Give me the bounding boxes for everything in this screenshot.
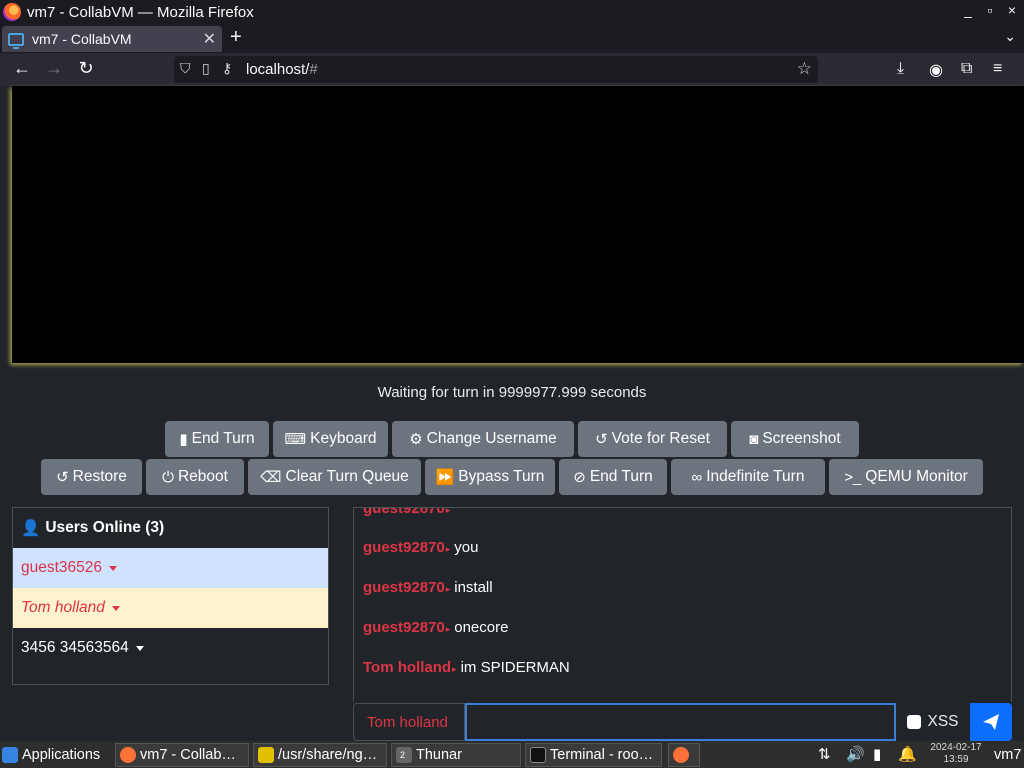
end-turn-button[interactable]: ▮ End Turn xyxy=(165,421,269,457)
send-button[interactable] xyxy=(970,703,1012,741)
chat-message: guest92870▸ xyxy=(363,507,451,517)
menu-hamburger-icon[interactable]: ≡ xyxy=(993,60,1002,78)
window-title: vm7 - CollabVM — Mozilla Firefox xyxy=(27,3,254,21)
reset-icon: ↺ xyxy=(595,431,608,448)
minimize-button[interactable]: _ xyxy=(958,2,978,18)
window-titlebar: vm7 - CollabVM — Mozilla Firefox _ ▫ × xyxy=(0,0,1024,24)
restore-icon: ↺ xyxy=(56,469,69,486)
reload-icon[interactable]: ↻ xyxy=(74,58,98,79)
end-turn-admin-button[interactable]: ⊘ End Turn xyxy=(559,459,667,495)
vote-for-reset-button[interactable]: ↺ Vote for Reset xyxy=(578,421,727,457)
send-paper-plane-icon xyxy=(983,714,999,730)
ban-icon: ⊘ xyxy=(573,469,586,486)
chat-message: guest92870▸ onecore xyxy=(363,619,509,636)
infinity-icon: ∞ xyxy=(691,468,703,486)
url-text[interactable]: localhost/# xyxy=(246,61,318,78)
eraser-icon: ⌫ xyxy=(260,469,282,486)
chat-message: Tom holland▸ im SPIDERMAN xyxy=(363,659,570,676)
keyboard-icon: ⌨ xyxy=(284,431,307,448)
vm-display[interactable] xyxy=(12,86,1024,363)
change-username-button[interactable]: ⚙ Change Username xyxy=(392,421,574,457)
clear-turn-queue-button[interactable]: ⌫ Clear Turn Queue xyxy=(248,459,421,495)
taskbar-item-firefox[interactable]: vm7 - Collab… xyxy=(115,743,249,767)
firefox-launcher-icon xyxy=(673,747,689,763)
power-icon: ⏻ xyxy=(162,468,174,486)
terminal-app-icon xyxy=(530,747,546,763)
xss-checkbox[interactable] xyxy=(907,715,922,729)
fast-forward-icon: ⏩ xyxy=(435,469,455,486)
desktop-taskbar: Applications vm7 - Collab… /usr/share/ng… xyxy=(0,741,1024,768)
notifications-bell-icon[interactable]: 🔔 xyxy=(898,745,917,763)
user-item-guest36526[interactable]: guest36526 xyxy=(13,548,328,588)
navigation-toolbar: ← → ↻ ⛉ ▯ ⚷ localhost/# ☆ ⤓ ◉ ⧉ ≡ xyxy=(0,53,1024,86)
shield-icon[interactable]: ⛉ xyxy=(180,60,191,77)
close-window-button[interactable]: × xyxy=(1002,2,1022,18)
tab-strip: vm7 - CollabVM ✕ + ⌄ xyxy=(0,24,1024,53)
caret-down-icon xyxy=(111,605,120,611)
extensions-icon[interactable]: ⧉ xyxy=(961,60,972,78)
caret-down-icon xyxy=(135,645,144,651)
taskbar-firefox-launcher[interactable] xyxy=(668,743,700,767)
xss-toggle[interactable]: XSS xyxy=(896,703,970,741)
taskbar-item-thunar[interactable]: 2 Thunar xyxy=(391,743,521,767)
applications-menu[interactable]: Applications xyxy=(2,743,100,767)
keyboard-button[interactable]: ⌨ Keyboard xyxy=(273,421,388,457)
person-icon: 👤 xyxy=(21,519,41,537)
turn-status: Waiting for turn in 9999977.999 seconds xyxy=(377,384,647,401)
firefox-icon xyxy=(120,747,136,763)
chat-message: guest92870▸ install xyxy=(363,579,493,596)
users-online-panel: 👤 Users Online (3) guest36526 Tom hollan… xyxy=(12,507,329,685)
tab-title: vm7 - CollabVM xyxy=(32,31,132,47)
user-item-tom-holland[interactable]: Tom holland xyxy=(13,588,328,628)
network-icon[interactable]: ⇅ xyxy=(818,745,831,763)
maximize-button[interactable]: ▫ xyxy=(980,2,1000,18)
chat-username-label[interactable]: Tom holland xyxy=(353,703,465,741)
thunar-icon: 2 xyxy=(396,747,412,763)
account-icon[interactable]: ◉ xyxy=(929,60,943,80)
users-online-header: 👤 Users Online (3) xyxy=(21,519,165,537)
new-tab-button[interactable]: + xyxy=(230,26,242,49)
terminal-icon: >_ xyxy=(844,468,862,486)
downloads-icon[interactable]: ⤓ xyxy=(897,60,904,78)
caret-down-icon xyxy=(109,565,118,571)
monitor-icon xyxy=(8,32,24,49)
screenshot-button[interactable]: ◙ Screenshot xyxy=(731,421,859,457)
close-tab-icon[interactable]: ✕ xyxy=(203,29,216,49)
firefox-logo-icon xyxy=(3,3,21,21)
list-tabs-chevron-icon[interactable]: ⌄ xyxy=(1004,28,1016,45)
user-item-3456[interactable]: 3456 34563564 xyxy=(13,628,328,668)
camera-icon: ◙ xyxy=(749,430,759,448)
chat-input-bar: Tom holland XSS xyxy=(353,703,1012,741)
page-icon: ▯ xyxy=(202,60,210,76)
chat-message: guest92870▸ you xyxy=(363,539,479,556)
forward-arrow-icon[interactable]: → xyxy=(42,58,66,79)
taskbar-item-terminal[interactable]: Terminal - roo… xyxy=(525,743,662,767)
collabvm-page: Waiting for turn in 9999977.999 seconds … xyxy=(0,86,1024,741)
back-arrow-icon[interactable]: ← xyxy=(10,58,34,79)
key-icon[interactable]: ⚷ xyxy=(222,60,232,77)
clock[interactable]: 2024-02-17 13:59 xyxy=(920,742,992,766)
chat-message-input[interactable] xyxy=(465,703,896,741)
person-gear-icon: ⚙ xyxy=(409,431,423,448)
url-bar[interactable]: ⛉ ▯ ⚷ localhost/# ☆ xyxy=(174,56,818,83)
bookmark-star-icon[interactable]: ☆ xyxy=(797,59,812,79)
bypass-turn-button[interactable]: ⏩ Bypass Turn xyxy=(425,459,555,495)
restore-button[interactable]: ↺ Restore xyxy=(41,459,142,495)
tab-collabvm[interactable]: vm7 - CollabVM ✕ xyxy=(2,26,222,52)
taskbar-item-editor[interactable]: /usr/share/ng… xyxy=(253,743,387,767)
text-editor-icon xyxy=(258,747,274,763)
hostname-label: vm7 xyxy=(994,747,1022,763)
qemu-monitor-button[interactable]: >_ QEMU Monitor xyxy=(829,459,983,495)
chat-log[interactable]: guest92870▸ guest92870▸ you guest92870▸ in… xyxy=(353,507,1012,702)
mouse-icon: ▮ xyxy=(179,431,188,448)
battery-icon[interactable]: ▮ xyxy=(873,745,881,763)
indefinite-turn-button[interactable]: ∞ Indefinite Turn xyxy=(671,459,825,495)
reboot-button[interactable]: ⏻ Reboot xyxy=(146,459,244,495)
applications-logo-icon xyxy=(2,747,18,763)
volume-icon[interactable]: 🔊 xyxy=(846,745,865,763)
